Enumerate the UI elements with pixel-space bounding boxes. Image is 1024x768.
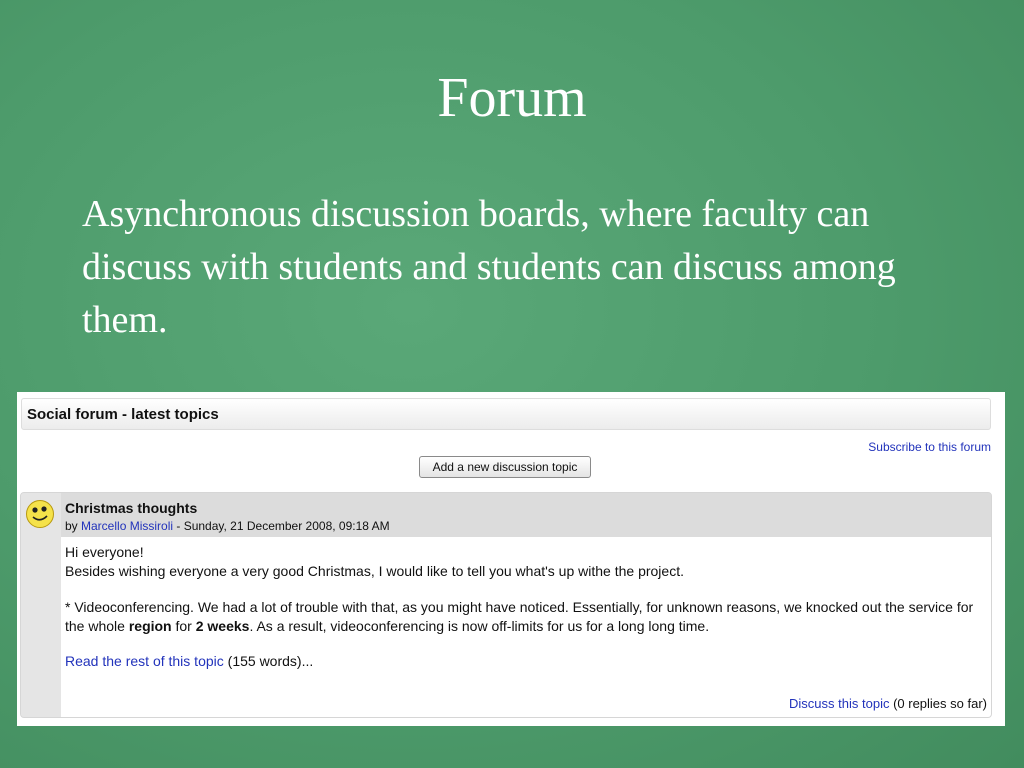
post-line-intro: Besides wishing everyone a very good Chr… — [65, 563, 684, 579]
post-date: - Sunday, 21 December 2008, 09:18 AM — [173, 519, 390, 533]
smiley-face-icon — [26, 500, 54, 528]
bold-two-weeks: 2 weeks — [195, 618, 250, 634]
forum-post: Christmas thoughts by Marcello Missiroli… — [20, 492, 992, 718]
read-more-link[interactable]: Read the rest of this topic — [65, 653, 224, 669]
author-link[interactable]: Marcello Missiroli — [81, 519, 173, 533]
post-line-greeting: Hi everyone! — [65, 544, 144, 560]
post-sidebar — [21, 493, 61, 717]
slide-title: Forum — [437, 67, 587, 129]
word-count: (155 words)... — [223, 653, 314, 669]
post-paragraph-videoconferencing: * Videoconferencing. We had a lot of tro… — [65, 599, 974, 634]
read-more-line: Read the rest of this topic (155 words).… — [65, 652, 987, 671]
replies-count: (0 replies so far) — [889, 696, 987, 711]
subscribe-link[interactable]: Subscribe to this forum — [868, 440, 991, 454]
by-label: by — [65, 519, 82, 533]
post-header: Christmas thoughts by Marcello Missiroli… — [61, 493, 991, 537]
post-title: Christmas thoughts — [65, 500, 198, 516]
add-topic-button[interactable]: Add a new discussion topic — [419, 456, 591, 478]
discuss-line: Discuss this topic (0 replies so far) — [789, 694, 987, 713]
post-meta: by Marcello Missiroli - Sunday, 21 Decem… — [65, 519, 390, 533]
discuss-topic-link[interactable]: Discuss this topic — [789, 696, 889, 711]
forum-header: Social forum - latest topics — [21, 398, 991, 430]
bold-region: region — [128, 618, 172, 634]
slide-body-text: Asynchronous discussion boards, where fa… — [82, 193, 896, 341]
post-content: Hi everyone! Besides wishing everyone a … — [61, 537, 991, 717]
forum-screenshot: Social forum - latest topics Subscribe t… — [17, 392, 1005, 726]
